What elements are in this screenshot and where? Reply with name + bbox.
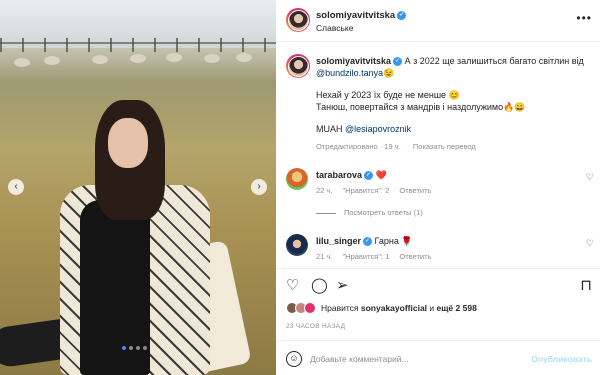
comment-text: Гарна 🌹 — [374, 236, 413, 246]
photo-woman — [0, 100, 252, 375]
caption-text: Танюш, повертайся з мандрів і наздолужим… — [316, 102, 504, 112]
post-timestamp[interactable]: 23 ЧАСОВ НАЗАД — [286, 323, 345, 330]
photo-sheep — [92, 55, 108, 64]
save-bookmark-icon[interactable]: ⊓ — [580, 276, 592, 294]
reply-button[interactable]: Ответить — [399, 252, 431, 261]
photo-sheep — [14, 58, 30, 67]
likes-count[interactable]: ещё 2 598 — [437, 303, 477, 313]
photo-fence — [0, 38, 276, 52]
comment-icon[interactable]: ◯ — [311, 276, 328, 294]
likes-prefix: Нравится — [321, 303, 359, 313]
author-username[interactable]: solomiyavitvitska — [316, 10, 395, 21]
caption-emoji: 😉 — [383, 68, 395, 78]
commenter-avatar[interactable] — [286, 234, 308, 256]
verified-icon: ✓ — [393, 57, 403, 67]
verified-icon: ✓ — [364, 171, 374, 181]
caption-author-avatar[interactable] — [286, 54, 310, 78]
comment-time: 21 ч. — [316, 252, 333, 261]
post-modal: ‹ › solomiyavitvitska ✓ Славське ••• solo… — [0, 0, 600, 375]
comment-likes[interactable]: "Нравится": 2 — [343, 186, 390, 195]
caption-text: MUAH — [316, 124, 343, 134]
carousel-dots — [122, 346, 147, 350]
commenter-avatar[interactable] — [286, 168, 308, 190]
likes-username[interactable]: sonyakayofficial — [361, 303, 427, 313]
photo-sheep — [204, 54, 220, 63]
carousel-dot — [136, 346, 140, 350]
caption-emoji: 😊 — [448, 90, 460, 100]
more-options-icon[interactable]: ••• — [576, 11, 592, 25]
post-actions: ♡ ◯ ➢ ⊓ — [276, 268, 600, 298]
publish-button[interactable]: Опубликовать — [531, 354, 592, 364]
post-side-panel: solomiyavitvitska ✓ Славське ••• solomiya… — [276, 0, 600, 375]
caption-author[interactable]: solomiyavitvitska — [316, 56, 391, 66]
share-icon[interactable]: ➢ — [336, 276, 349, 294]
carousel-next-button[interactable]: › — [251, 179, 267, 195]
photo-sheep — [236, 53, 252, 62]
show-translation-link[interactable]: Показать перевод — [413, 142, 476, 151]
view-replies-label: Посмотреть ответы (1) — [344, 208, 423, 217]
carousel-dot — [143, 346, 147, 350]
photo-sheep — [166, 53, 182, 62]
likes-connector: и — [429, 303, 435, 313]
verified-icon: ✓ — [397, 10, 407, 20]
verified-icon: ✓ — [363, 237, 373, 247]
post-caption: solomiyavitvitska ✓ А з 2022 ще залишитьс… — [316, 55, 590, 135]
photo-sheep — [44, 56, 60, 65]
caption-edited: Отредактировано · 19 ч. — [316, 142, 401, 151]
emoji-icon[interactable]: ☺ — [286, 351, 302, 367]
photo-sheep — [130, 54, 146, 63]
reply-button[interactable]: Ответить — [399, 186, 431, 195]
commenter-username[interactable]: lilu_singer — [316, 236, 361, 246]
likes-summary: Нравится sonyakayofficial и ещё 2 598 — [286, 302, 477, 314]
carousel-prev-button[interactable]: ‹ — [8, 179, 24, 195]
like-heart-icon[interactable]: ♡ — [286, 276, 299, 294]
commenter-username[interactable]: tarabarova — [316, 170, 362, 180]
view-replies[interactable]: Посмотреть ответы (1) — [316, 208, 423, 217]
add-comment-bar: ☺ Опубликовать — [276, 340, 600, 375]
post-location[interactable]: Славське — [316, 23, 353, 33]
author-avatar[interactable] — [286, 8, 310, 32]
like-comment-icon[interactable]: ♡ — [586, 172, 594, 183]
carousel-dot — [129, 346, 133, 350]
like-comment-icon[interactable]: ♡ — [586, 238, 594, 249]
liker-avatar — [304, 302, 316, 314]
post-header: solomiyavitvitska ✓ Славське ••• — [276, 0, 600, 42]
carousel-dot — [122, 346, 126, 350]
caption-emoji: 🔥😀 — [503, 102, 526, 112]
comment-likes[interactable]: "Нравится": 1 — [343, 252, 390, 261]
caption-mention[interactable]: @bundzilo.tanya — [316, 68, 383, 78]
comment-text: ❤️ — [375, 170, 387, 180]
comment-time: 22 ч. — [316, 186, 333, 195]
comment-input[interactable] — [310, 350, 510, 368]
post-photo[interactable]: ‹ › — [0, 0, 276, 375]
caption-meta: Отредактировано · 19 ч. Показать перевод — [316, 142, 486, 151]
caption-mention[interactable]: @lesiapovroznik — [345, 124, 411, 134]
caption-text: А з 2022 ще залишиться багато світлин ві… — [404, 56, 584, 66]
caption-text: Нехай у 2023 їх буде не менше — [316, 90, 447, 100]
